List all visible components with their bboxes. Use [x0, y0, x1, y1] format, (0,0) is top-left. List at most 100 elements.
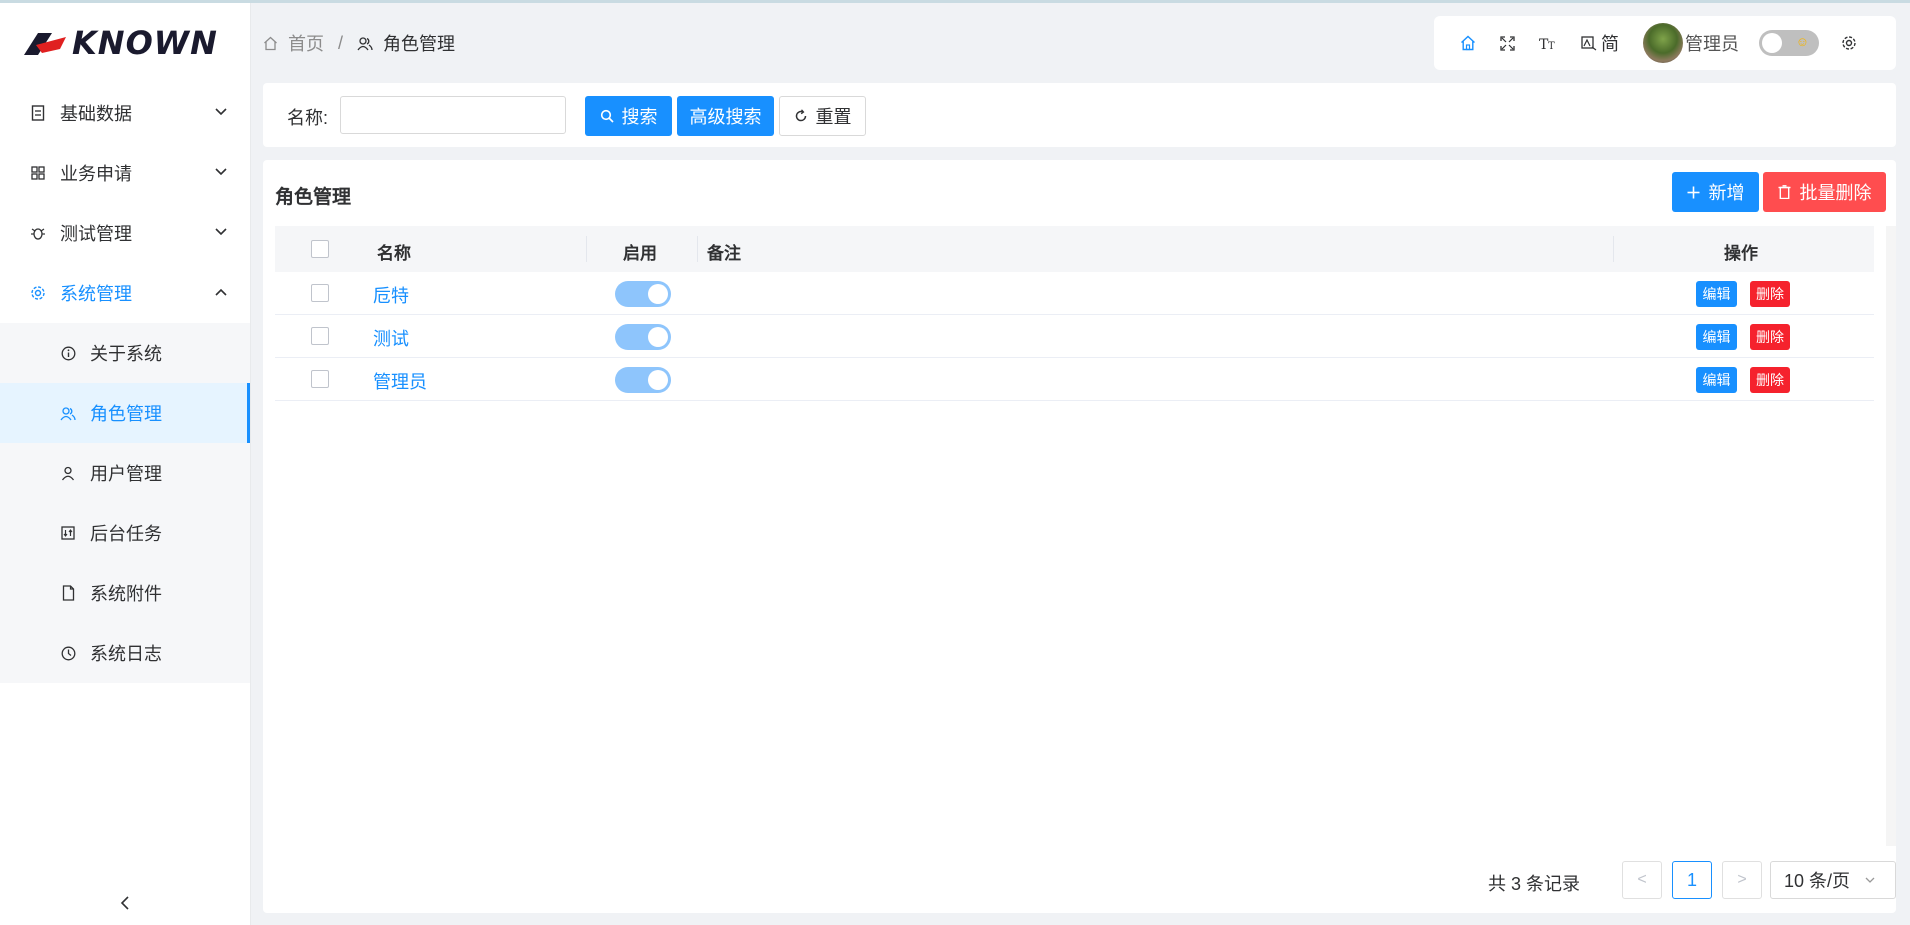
delete-button[interactable]: 删除 [1750, 281, 1790, 307]
user-menu[interactable]: 管理员 [1643, 23, 1739, 63]
column-header-name: 名称 [377, 244, 411, 263]
batch-delete-button[interactable]: 批量删除 [1763, 172, 1886, 212]
home-icon [1461, 35, 1475, 51]
delete-button[interactable]: 删除 [1750, 324, 1790, 350]
delete-button[interactable]: 删除 [1750, 367, 1790, 393]
sidebar-item-about[interactable]: 关于系统 [0, 323, 250, 383]
sidebar-item-label: 系统附件 [90, 584, 162, 604]
svg-text:T: T [1548, 41, 1555, 51]
row-checkbox[interactable] [311, 370, 329, 388]
sidebar-item-label: 关于系统 [90, 344, 162, 364]
fullscreen-icon [1500, 35, 1515, 51]
page-size-label: 10 条/页 [1784, 871, 1851, 891]
column-header-enabled: 启用 [623, 244, 657, 263]
reset-button[interactable]: 重置 [779, 96, 866, 136]
home-button[interactable] [1460, 35, 1476, 51]
role-table: 名称 启用 备注 操作 卮特 编辑 删除 测试 编辑 删除 管理员 编辑 删除 [275, 226, 1874, 401]
row-checkbox[interactable] [311, 327, 329, 345]
document-icon [30, 105, 46, 121]
sidebar: KNOWN 基础数据 业务申请 测试管理 系统管理 关于系统 角色管理 用户管理… [0, 3, 251, 925]
avatar [1643, 23, 1683, 63]
breadcrumb-home-label: 首页 [288, 34, 324, 54]
chevron-up-icon [215, 288, 227, 296]
sidebar-item-label: 系统管理 [60, 284, 132, 304]
search-button[interactable]: 搜索 [585, 96, 672, 136]
add-button[interactable]: 新增 [1672, 172, 1759, 212]
settings-button[interactable] [1841, 35, 1857, 51]
search-icon [600, 109, 614, 123]
sidebar-item-business[interactable]: 业务申请 [0, 143, 250, 203]
sidebar-item-roles[interactable]: 角色管理 [0, 383, 250, 443]
language-label: 简 [1601, 34, 1619, 54]
switch-knob [648, 284, 668, 304]
role-name-link[interactable]: 管理员 [373, 368, 427, 394]
sidebar-item-label: 用户管理 [90, 464, 162, 484]
table-row: 测试 编辑 删除 [275, 315, 1874, 358]
advanced-search-button[interactable]: 高级搜索 [677, 96, 774, 136]
sidebar-item-logs[interactable]: 系统日志 [0, 623, 250, 683]
panel-title: 角色管理 [275, 187, 352, 208]
breadcrumb-home[interactable]: 首页 [263, 30, 324, 56]
logo[interactable]: KNOWN [0, 3, 250, 83]
theme-switch: ☺ [1759, 30, 1819, 56]
breadcrumb-separator: / [338, 32, 344, 53]
sidebar-item-test[interactable]: 测试管理 [0, 203, 250, 263]
theme-toggle[interactable]: ☺ [1759, 30, 1819, 56]
table-scrollbar[interactable] [1886, 226, 1896, 846]
column-divider [586, 236, 587, 262]
prev-page-button[interactable]: < [1622, 861, 1662, 899]
role-name-link[interactable]: 卮特 [373, 282, 409, 308]
info-icon [60, 345, 76, 361]
enabled-switch[interactable] [615, 324, 671, 350]
column-header-remark: 备注 [707, 244, 741, 263]
sidebar-item-label: 测试管理 [60, 224, 132, 244]
font-size-button[interactable]: TT [1539, 36, 1557, 51]
collapse-sidebar-icon[interactable] [115, 893, 135, 913]
edit-button[interactable]: 编辑 [1696, 281, 1737, 307]
sidebar-item-basic-data[interactable]: 基础数据 [0, 83, 250, 143]
enabled-switch[interactable] [615, 281, 671, 307]
sidebar-item-attachments[interactable]: 系统附件 [0, 563, 250, 623]
sidebar-item-system[interactable]: 系统管理 [0, 263, 250, 323]
total-records: 共 3 条记录 [1488, 874, 1581, 894]
logo-text: KNOWN [72, 24, 218, 62]
plus-icon [1687, 186, 1699, 198]
search-panel: 名称: 搜索 高级搜索 重置 [263, 83, 1896, 147]
home-icon [264, 36, 277, 50]
chevron-down-icon [215, 168, 227, 176]
chevron-down-icon [215, 108, 227, 116]
name-search-input[interactable] [340, 96, 566, 134]
sidebar-item-tasks[interactable]: 后台任务 [0, 503, 250, 563]
reset-button-label: 重置 [815, 107, 852, 127]
breadcrumb-current-label: 角色管理 [383, 34, 456, 54]
page-1-button[interactable]: 1 [1672, 861, 1712, 899]
language-button[interactable]: 简 [1581, 30, 1619, 56]
translate-icon [1581, 36, 1597, 51]
select-all-checkbox[interactable] [311, 240, 329, 258]
sidebar-item-label: 后台任务 [90, 524, 162, 544]
switch-knob [648, 370, 668, 390]
top-border [0, 0, 1910, 3]
chevron-down-icon [215, 228, 227, 236]
sidebar-item-label: 角色管理 [90, 404, 162, 424]
switch-knob [648, 327, 668, 347]
row-checkbox[interactable] [311, 284, 329, 302]
fullscreen-button[interactable] [1500, 35, 1515, 51]
header-toolbar: TT 简 管理员 ☺ [1434, 16, 1896, 70]
sun-icon: ☺ [1795, 34, 1809, 49]
page-size-select[interactable]: 10 条/页 [1770, 861, 1896, 899]
batch-delete-label: 批量删除 [1799, 183, 1872, 203]
user-name: 管理员 [1685, 34, 1739, 54]
breadcrumb-current: 角色管理 [357, 30, 455, 56]
next-page-button[interactable]: > [1722, 861, 1762, 899]
edit-button[interactable]: 编辑 [1696, 324, 1737, 350]
breadcrumb: 首页 / 角色管理 [263, 30, 455, 56]
sidebar-item-users[interactable]: 用户管理 [0, 443, 250, 503]
gear-icon [30, 285, 46, 301]
role-name-link[interactable]: 测试 [373, 325, 409, 351]
font-size-icon: TT [1539, 37, 1555, 51]
enabled-switch[interactable] [615, 367, 671, 393]
edit-button[interactable]: 编辑 [1696, 367, 1737, 393]
switch-knob [1762, 33, 1782, 53]
add-button-label: 新增 [1708, 183, 1745, 203]
